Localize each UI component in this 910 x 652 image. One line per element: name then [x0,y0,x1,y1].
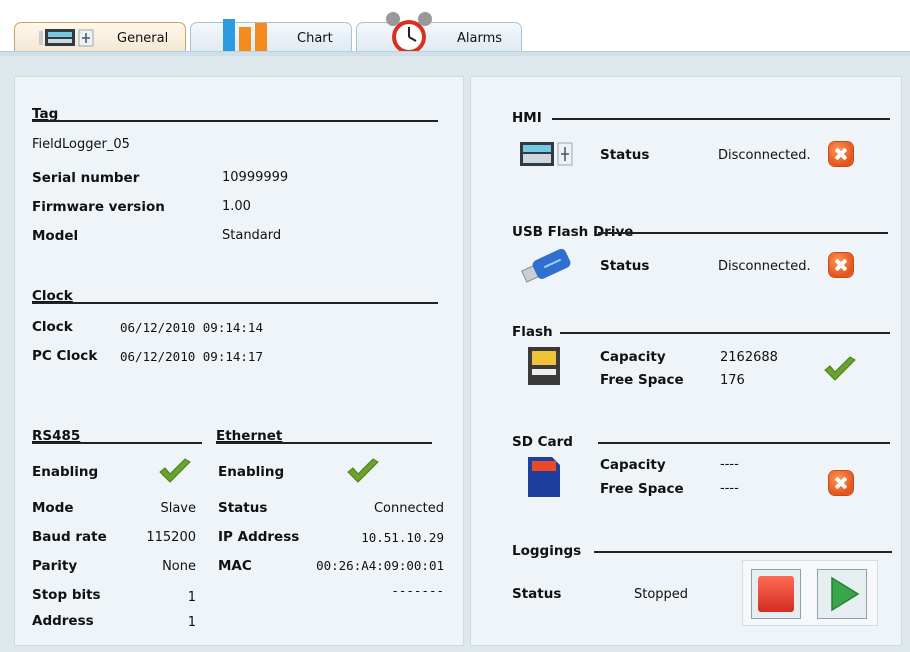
ethernet-ip-label: IP Address [218,529,300,545]
sd-section-title: SD Card [512,434,573,450]
ethernet-mac-value: 00:26:A4:09:00:01 [316,558,444,573]
flash-free-label: Free Space [600,372,684,388]
usb-status-value: Disconnected. [718,259,811,274]
hmi-error-icon [829,142,853,166]
usb-status-label: Status [600,258,650,274]
flash-capacity-value: 2162688 [720,350,778,365]
rs485-address-label: Address [32,613,94,629]
flash-capacity-label: Capacity [600,349,666,365]
flash-divider [560,332,890,334]
hmi-section-title: HMI [512,110,542,126]
bar-chart-icon [223,19,267,51]
clock-label: Clock [32,319,73,335]
rs485-stopbits-value: 1 [187,590,196,605]
rs485-baud-label: Baud rate [32,529,107,545]
stop-logging-button[interactable] [751,569,801,619]
ethernet-mac-label: MAC [218,558,252,574]
rs485-address-value: 1 [187,615,196,630]
loggings-status-label: Status [512,586,562,602]
loggings-divider [594,551,892,553]
hmi-divider [552,118,890,120]
rs485-enabled-check-icon [159,458,191,483]
tag-divider [32,120,438,122]
serial-value: 10999999 [222,170,289,185]
start-logging-button[interactable] [817,569,867,619]
alarm-clock-icon [386,12,432,54]
ethernet-divider [216,442,432,444]
hmi-device-icon [520,142,573,166]
tab-general[interactable]: General [14,22,186,52]
rs485-stopbits-label: Stop bits [32,587,101,603]
usb-divider [598,232,888,234]
logging-controls [742,560,878,626]
rs485-enabling-label: Enabling [32,464,99,480]
loggings-status-value: Stopped [634,587,689,602]
rs485-mode-label: Mode [32,500,74,516]
model-value: Standard [222,228,282,243]
serial-label: Serial number [32,170,140,186]
tab-general-label: General [117,31,169,46]
tab-chart-label: Chart [297,31,333,46]
hmi-status-label: Status [600,147,650,163]
ethernet-status-label: Status [218,500,268,516]
ethernet-ip-value: 10.51.10.29 [361,530,444,545]
flash-free-value: 176 [720,373,745,388]
tab-underline [0,51,910,56]
ethernet-enabled-check-icon [347,458,379,483]
sd-capacity-value: ---- [720,457,739,472]
clock-value: 06/12/2010 09:14:14 [120,320,263,335]
usb-flash-drive-icon [521,248,571,283]
rs485-mode-value: Slave [160,501,196,516]
clock-divider [32,302,438,304]
model-label: Model [32,228,79,244]
stop-icon [758,576,794,612]
pc-clock-label: PC Clock [32,348,98,364]
hmi-status-value: Disconnected. [718,148,811,163]
usb-error-icon [829,253,853,277]
loggings-section-title: Loggings [512,543,582,559]
flash-memory-icon [528,347,560,385]
rs485-parity-label: Parity [32,558,78,574]
rs485-divider [32,442,202,444]
sd-card-icon [528,457,560,497]
firmware-value: 1.00 [222,199,251,214]
play-icon [831,576,860,612]
flash-ok-check-icon [824,356,856,381]
tab-bar: General Chart Alarms [0,0,910,54]
sd-error-icon [829,471,853,495]
firmware-label: Firmware version [32,199,165,215]
tag-value: FieldLogger_05 [32,137,130,152]
sd-capacity-label: Capacity [600,457,666,473]
ethernet-status-value: Connected [373,501,444,516]
tab-alarms-label: Alarms [457,31,503,46]
sd-free-value: ---- [720,481,739,496]
ethernet-enabling-label: Enabling [218,464,285,480]
flash-section-title: Flash [512,324,553,340]
sd-divider [598,442,890,444]
rs485-parity-value: None [162,559,196,574]
ethernet-extra-value: ------- [391,583,444,598]
tab-chart[interactable]: Chart [190,19,352,52]
rs485-baud-value: 115200 [146,530,196,545]
sd-free-label: Free Space [600,481,684,497]
hmi-device-icon [39,29,94,47]
tab-alarms[interactable]: Alarms [356,12,522,54]
pc-clock-value: 06/12/2010 09:14:17 [120,349,263,364]
